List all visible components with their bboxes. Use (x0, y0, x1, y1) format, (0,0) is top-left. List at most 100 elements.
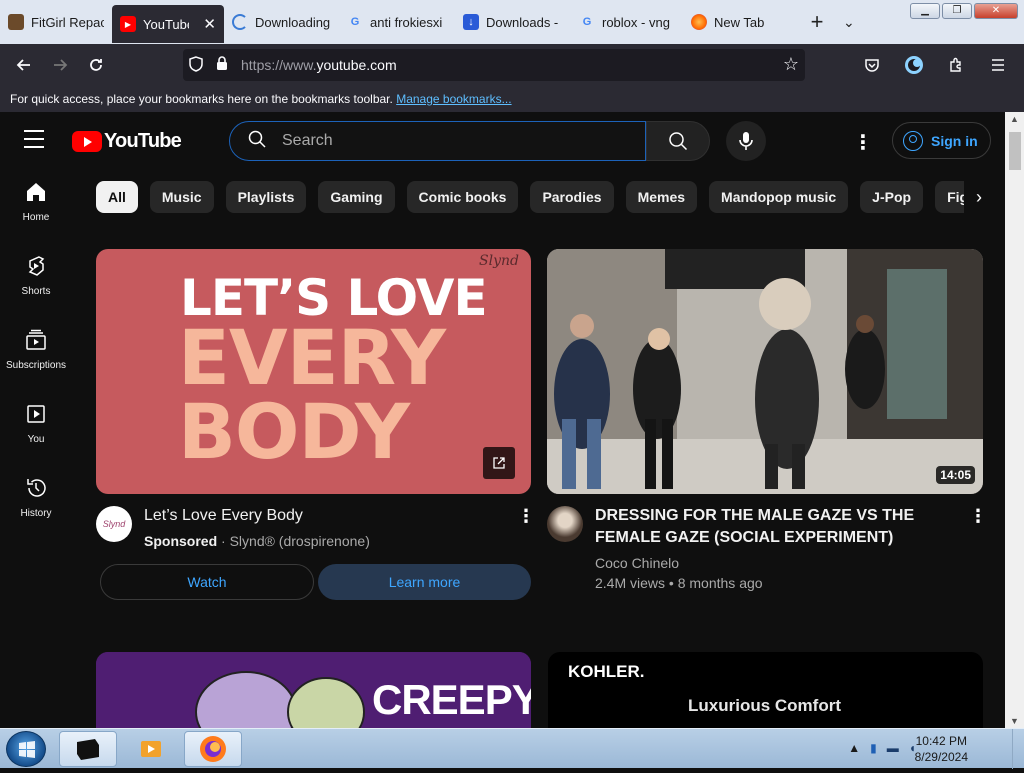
minimize-button[interactable]: ▁ (910, 3, 940, 19)
channel-name[interactable]: Coco Chinelo (595, 553, 961, 573)
home-icon (24, 180, 48, 204)
channel-avatar[interactable] (547, 506, 583, 542)
ad-thumbnail[interactable]: Slynd LET’S LOVE EVERY BODY (96, 249, 531, 494)
chip-j-pop[interactable]: J-Pop (860, 181, 924, 213)
video-more-kebab-icon[interactable]: ⋮ (969, 506, 987, 527)
browser-tab-strip: FitGirl Repack ▶ YouTube ✕ Downloading G… (0, 0, 1024, 44)
new-tab-plus-icon[interactable]: + (803, 9, 831, 35)
chip-parodies[interactable]: Parodies (530, 181, 614, 213)
ad-meta: Let’s Love Every Body Sponsored · Slynd®… (144, 505, 504, 551)
chip-comic-books[interactable]: Comic books (406, 181, 519, 213)
url-bar[interactable]: https://www.youtube.com ☆ (183, 49, 805, 81)
taskbar-media-player-app[interactable] (122, 731, 180, 767)
chips-next-chevron-icon[interactable]: › (964, 181, 994, 213)
guide-menu-icon[interactable] (24, 130, 48, 150)
maximize-button[interactable]: ❐ (942, 3, 972, 19)
settings-kebab-icon[interactable]: ⋮ (853, 130, 873, 155)
scroll-down-arrow-icon[interactable]: ▼ (1005, 716, 1024, 726)
page-scrollbar[interactable]: ▲ ▼ (1005, 112, 1024, 728)
show-desktop-button[interactable] (1012, 729, 1024, 769)
google-favicon-icon: G (582, 16, 592, 28)
learn-more-button[interactable]: Learn more (318, 564, 531, 600)
start-button[interactable] (6, 731, 46, 767)
forward-arrow-icon[interactable] (42, 47, 78, 83)
reload-icon[interactable] (78, 47, 114, 83)
tab-youtube[interactable]: ▶ YouTube ✕ (112, 5, 224, 43)
ad-avatar[interactable]: Slynd (96, 506, 132, 542)
street-scene-image (547, 249, 983, 494)
bookmarks-hint-text: For quick access, place your bookmarks h… (10, 92, 393, 106)
history-icon (24, 476, 48, 500)
tab-roblox[interactable]: G roblox - vng (571, 4, 683, 40)
close-tab-icon[interactable]: ✕ (203, 15, 216, 33)
search-input[interactable] (282, 132, 622, 150)
sidebar-label-subscriptions: Subscriptions (5, 360, 67, 371)
clock-date: 8/29/2024 (914, 750, 968, 764)
you-icon (24, 402, 48, 426)
creepy-thumbnail[interactable]: CREEPY (96, 652, 531, 728)
manage-bookmarks-link[interactable]: Manage bookmarks... (396, 92, 511, 106)
chip-gaming[interactable]: Gaming (318, 181, 395, 213)
network-icon[interactable]: ▬ (887, 741, 899, 755)
taskbar-terminal-app[interactable] (59, 731, 117, 767)
list-all-tabs-chevron-icon[interactable]: ⌄ (843, 14, 855, 31)
scrollbar-thumb[interactable] (1009, 132, 1021, 170)
tab-new-tab[interactable]: New Tab (683, 4, 793, 40)
firefox-account-icon[interactable] (896, 47, 932, 83)
youtube-logo[interactable]: YouTube (72, 130, 182, 153)
bookmark-star-icon[interactable]: ☆ (783, 54, 799, 75)
system-tray: ▲ ▮ ▬ ◖ (848, 741, 916, 755)
scroll-up-arrow-icon[interactable]: ▲ (1005, 114, 1024, 124)
taskbar-firefox-app[interactable] (184, 731, 242, 767)
sidebar-item-subscriptions[interactable]: Subscriptions (0, 318, 72, 392)
microphone-icon (739, 132, 753, 150)
tab-fitgirl[interactable]: FitGirl Repack (0, 4, 112, 40)
black-box-app-icon (77, 739, 99, 760)
video-meta: DRESSING FOR THE MALE GAZE VS THE FEMALE… (595, 505, 961, 593)
close-window-button[interactable]: ✕ (974, 3, 1018, 19)
back-arrow-icon[interactable] (6, 47, 42, 83)
chip-all[interactable]: All (96, 181, 138, 213)
chip-mandopop-music[interactable]: Mandopop music (709, 181, 849, 213)
chip-memes[interactable]: Memes (625, 181, 698, 213)
loading-favicon-icon (232, 14, 248, 30)
sidebar-label-shorts: Shorts (21, 286, 51, 297)
tab-downloads[interactable]: ↓ Downloads - (455, 4, 571, 40)
youtube-play-logo-icon (72, 131, 102, 152)
pocket-icon[interactable] (854, 47, 890, 83)
system-clock[interactable]: 10:42 PM 8/29/2024 (915, 733, 968, 765)
youtube-page: YouTube ⋮ Sign in All Music Playlists Ga… (0, 112, 1024, 728)
chip-playlists[interactable]: Playlists (225, 181, 307, 213)
sign-in-button[interactable]: Sign in (892, 122, 991, 159)
tray-app-icon[interactable]: ▮ (870, 741, 877, 755)
watch-button[interactable]: Watch (100, 564, 314, 600)
kohler-ad-thumbnail[interactable]: KOHLER. Luxurious Comfort (548, 652, 983, 728)
video-title[interactable]: DRESSING FOR THE MALE GAZE VS THE FEMALE… (595, 505, 961, 549)
app-menu-icon[interactable] (980, 47, 1016, 83)
upload-age: 8 months ago (677, 575, 763, 591)
search-button[interactable] (646, 121, 710, 161)
tab-downloading[interactable]: Downloading (224, 4, 339, 40)
ad-title[interactable]: Let’s Love Every Body (144, 505, 504, 527)
open-external-icon[interactable] (483, 447, 515, 479)
tray-expand-icon[interactable]: ▲ (848, 741, 860, 755)
sidebar-item-you[interactable]: You (0, 392, 72, 466)
subscriptions-icon (24, 328, 48, 352)
tracking-shield-icon[interactable] (183, 55, 209, 75)
sidebar-item-home[interactable]: Home (0, 170, 72, 244)
video-thumbnail[interactable]: 14:05 (547, 249, 983, 494)
ad-more-kebab-icon[interactable]: ⋮ (517, 506, 535, 527)
voice-search-button[interactable] (726, 121, 766, 161)
creepy-thumbnail-text: CREEPY (372, 676, 531, 723)
sidebar-item-shorts[interactable]: Shorts (0, 244, 72, 318)
tab-anti-frokies[interactable]: G anti frokiesxi (339, 4, 455, 40)
sidebar-item-history[interactable]: History (0, 466, 72, 540)
extensions-puzzle-icon[interactable] (938, 47, 974, 83)
windows-taskbar: ▲ ▮ ▬ ◖ 10:42 PM 8/29/2024 (0, 728, 1024, 769)
search-magnifier-icon (669, 132, 688, 151)
fitgirl-favicon-icon (8, 14, 24, 30)
shorts-icon (24, 254, 48, 278)
user-circle-icon (903, 130, 923, 151)
chip-music[interactable]: Music (149, 181, 214, 213)
lock-icon[interactable] (209, 56, 235, 74)
